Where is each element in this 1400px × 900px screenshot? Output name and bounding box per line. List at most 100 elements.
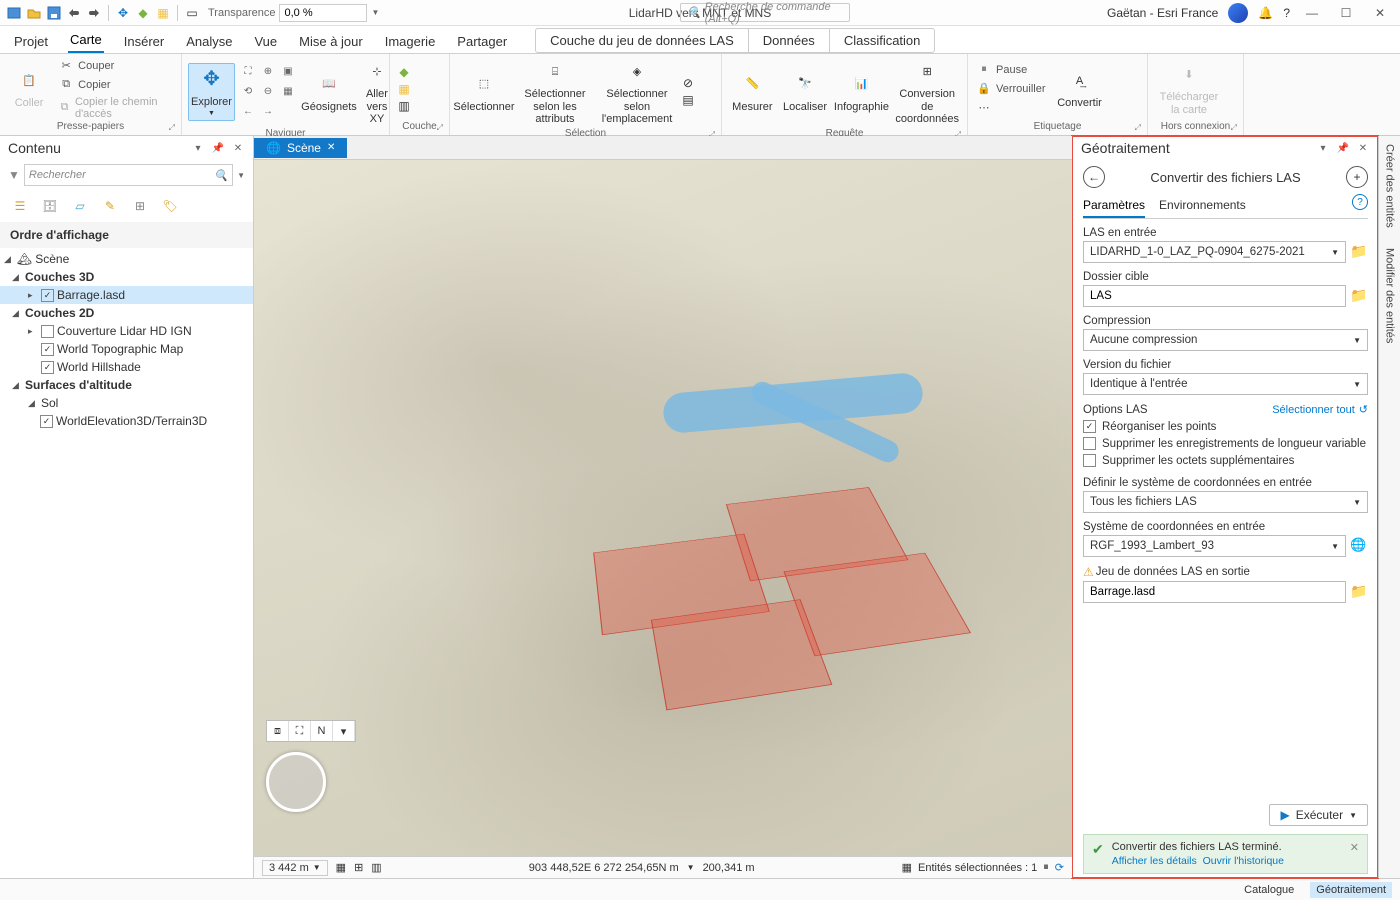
zoom-in-icon[interactable]: ⊕ [259, 63, 277, 81]
contents-search[interactable]: Rechercher 🔍 [24, 164, 233, 186]
lock-labels-button[interactable]: 🔒Verrouiller [974, 80, 1048, 98]
globe-icon[interactable]: 🌐 [1350, 537, 1368, 555]
add-preset-icon[interactable]: ▥ [396, 98, 412, 114]
expand-view-icon[interactable]: ⛶ [289, 721, 311, 741]
open-project-icon[interactable] [26, 5, 42, 21]
gp-tab-environments[interactable]: Environnements [1159, 194, 1246, 218]
avatar[interactable] [1228, 3, 1248, 23]
view-options-icon[interactable]: ▾ [333, 721, 355, 741]
tab-analyse[interactable]: Analyse [184, 30, 234, 53]
snap-icon[interactable]: ⊞ [354, 861, 363, 874]
las-tile[interactable] [650, 599, 831, 710]
chevron-down-icon[interactable]: ▼ [371, 8, 379, 17]
group-2d-node[interactable]: ◢Couches 2D [0, 304, 253, 322]
select-by-loc-button[interactable]: ◈Sélectionner selon l'emplacement [598, 56, 676, 128]
labeling-qat-icon[interactable]: ▭ [184, 5, 200, 21]
select-by-attr-button[interactable]: ⌸Sélectionner selon les attributs [516, 56, 594, 128]
next-extent-icon[interactable]: → [259, 103, 277, 121]
chevron-down-icon[interactable]: ▾ [191, 141, 205, 155]
zoom-layer-icon[interactable]: ▦ [279, 83, 297, 101]
zoom-sel-icon[interactable]: ▣ [279, 63, 297, 81]
statusbar-catalog-tab[interactable]: Catalogue [1238, 882, 1300, 898]
add-data-qat-icon[interactable]: ◆ [135, 5, 151, 21]
close-icon[interactable]: ✕ [231, 141, 245, 155]
save-icon[interactable] [46, 5, 62, 21]
zoom-full-icon[interactable]: ⛶ [239, 63, 257, 81]
chevron-down-icon[interactable]: ▼ [687, 863, 695, 872]
prev-extent-icon[interactable]: ← [239, 103, 257, 121]
measure-button[interactable]: 📏Mesurer [728, 69, 777, 116]
list-by-selection-icon[interactable]: ▱ [70, 196, 90, 216]
surfaces-node[interactable]: ◢Surfaces d'altitude [0, 376, 253, 394]
filter-icon[interactable]: ▼ [8, 168, 20, 182]
tab-partager[interactable]: Partager [455, 30, 509, 53]
full-extent-icon[interactable]: ⧈ [267, 721, 289, 741]
checkbox[interactable] [41, 361, 54, 374]
define-cs-select[interactable]: Tous les fichiers LAS▼ [1083, 491, 1368, 513]
topo-layer[interactable]: ▸World Topographic Map [0, 340, 253, 358]
scene-view-tab[interactable]: 🌐 Scène ✕ [254, 138, 347, 158]
expand-icon[interactable]: ⤢ [1135, 123, 1141, 133]
list-by-drawing-icon[interactable]: ☰ [10, 196, 30, 216]
browse-folder-icon[interactable]: 📁 [1350, 583, 1368, 601]
bookmarks-button[interactable]: 📖 Géosignets [301, 69, 357, 116]
add-data-icon[interactable]: ◆ [396, 64, 412, 80]
constraint-icon[interactable]: ▥ [371, 861, 381, 874]
pause-labels-button[interactable]: ⏸Pause [974, 61, 1048, 79]
checkbox[interactable] [40, 415, 53, 428]
tab-classification[interactable]: Classification [830, 29, 935, 52]
statusbar-geoprocessing-tab[interactable]: Géotraitement [1310, 882, 1392, 898]
output-lasd-field[interactable] [1083, 581, 1346, 603]
command-search[interactable]: 🔍 Recherche de commande (Alt+Q) [680, 3, 850, 22]
help-icon[interactable]: ? [1283, 6, 1290, 20]
input-cs-select[interactable]: RGF_1993_Lambert_93▼ [1083, 535, 1346, 557]
undo-icon[interactable] [66, 5, 82, 21]
chevron-down-icon[interactable]: ▾ [1316, 141, 1330, 155]
rail-create-features[interactable]: Créer des entités [1384, 144, 1396, 228]
rail-modify-features[interactable]: Modifier des entités [1384, 248, 1396, 343]
tab-projet[interactable]: Projet [12, 30, 50, 53]
ground-node[interactable]: ◢Sol [0, 394, 253, 412]
grid-icon[interactable]: ▦ [336, 861, 346, 874]
close-icon[interactable]: ✕ [1350, 841, 1359, 867]
navigator-3d[interactable] [266, 752, 326, 812]
copy-path-button[interactable]: ⧉Copier le chemin d'accès [56, 95, 175, 121]
transparency-input[interactable] [279, 4, 367, 22]
gp-tab-parameters[interactable]: Paramètres [1083, 194, 1145, 218]
browse-folder-icon[interactable]: 📁 [1350, 287, 1368, 305]
explore-button[interactable]: ✥ Explorer ▼ [188, 63, 235, 122]
north-icon[interactable]: N [311, 721, 333, 741]
cut-button[interactable]: ✂Couper [56, 57, 175, 75]
locate-button[interactable]: 🔭Localiser [781, 69, 830, 116]
open-history-link[interactable]: Ouvrir l'historique [1203, 855, 1284, 867]
minimize-button[interactable]: — [1300, 1, 1324, 25]
tab-las-layer[interactable]: Couche du jeu de données LAS [536, 29, 749, 52]
checkbox[interactable] [41, 343, 54, 356]
help-icon[interactable]: ? [1352, 194, 1368, 210]
compression-select[interactable]: Aucune compression▼ [1083, 329, 1368, 351]
expand-icon[interactable]: ⤢ [1231, 123, 1237, 133]
scene-canvas[interactable]: ⧈ ⛶ N ▾ [254, 160, 1072, 856]
view-details-link[interactable]: Afficher les détails [1112, 855, 1197, 867]
scene-node[interactable]: ◢🏔Scène [0, 250, 253, 268]
expand-icon[interactable]: ⤢ [169, 123, 175, 133]
select-all-link[interactable]: Sélectionner tout ↺ [1272, 403, 1368, 416]
list-by-snapping-icon[interactable]: ⊞ [130, 196, 150, 216]
tab-donnees[interactable]: Données [749, 29, 830, 52]
tab-imagerie[interactable]: Imagerie [383, 30, 438, 53]
pin-icon[interactable]: 📌 [211, 141, 225, 155]
group-3d-node[interactable]: ◢Couches 3D [0, 268, 253, 286]
copy-button[interactable]: ⧉Copier [56, 76, 175, 94]
nav-shortcuts-grid[interactable]: ⛶⊕▣ ⟲⊖▦ ←→ [239, 63, 297, 121]
sel-options-icon[interactable]: ▤ [680, 92, 696, 108]
coverage-layer[interactable]: ▸Couverture Lidar HD IGN [0, 322, 253, 340]
tab-vue[interactable]: Vue [252, 30, 279, 53]
explore-qat-icon[interactable]: ✥ [115, 5, 131, 21]
back-button[interactable]: ← [1083, 166, 1105, 188]
redo-icon[interactable] [86, 5, 102, 21]
clear-sel-icon[interactable]: ⊘ [680, 75, 696, 91]
remove-extra-checkbox[interactable] [1083, 454, 1096, 467]
download-map-button[interactable]: ⬇Télécharger la carte [1154, 59, 1224, 118]
new-project-icon[interactable] [6, 5, 22, 21]
remove-vlr-checkbox[interactable] [1083, 437, 1096, 450]
